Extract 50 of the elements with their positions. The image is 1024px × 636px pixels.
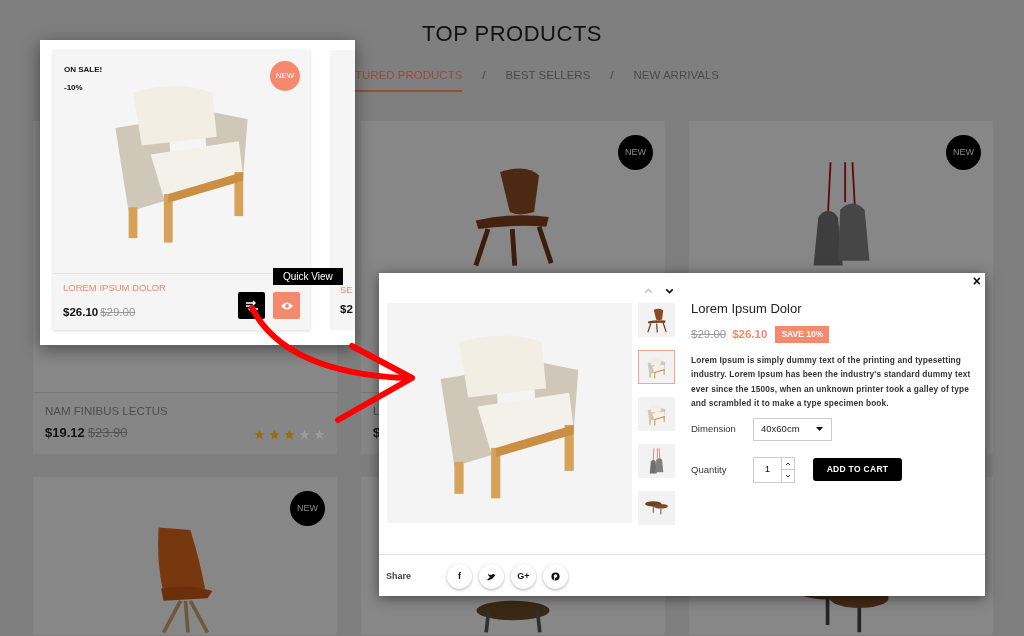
star-icon bbox=[284, 429, 295, 441]
quantity-field[interactable]: 1 bbox=[753, 456, 782, 483]
product-title: Lorem Ipsum Dolor bbox=[691, 301, 803, 317]
discount-badge: SAVE 10% bbox=[775, 325, 830, 343]
product-price: $26.10 bbox=[732, 326, 768, 342]
add-to-cart-button[interactable]: ADD TO CART bbox=[813, 458, 902, 482]
bird-icon bbox=[486, 572, 497, 581]
lounge-chair-drawing bbox=[646, 307, 667, 333]
caret-icon bbox=[816, 426, 823, 432]
thumbnail[interactable] bbox=[638, 303, 675, 337]
compare-icon bbox=[244, 299, 259, 312]
product-name[interactable]: SE bbox=[340, 282, 355, 297]
armchair-drawing bbox=[647, 355, 666, 379]
star-icon bbox=[254, 429, 265, 441]
share-button[interactable] bbox=[479, 564, 504, 589]
pin-icon bbox=[551, 572, 560, 581]
field-label: Dimension bbox=[691, 422, 737, 437]
star-icon bbox=[269, 429, 280, 441]
tooltip: Quick View bbox=[273, 268, 343, 285]
sale-label: ON SALE! bbox=[64, 64, 103, 76]
armchair-drawing bbox=[647, 402, 666, 426]
pendant-lamp-drawing bbox=[649, 448, 664, 474]
product-price: $19.12 bbox=[45, 425, 85, 441]
section-title: TOP PRODUCTS bbox=[421, 20, 603, 47]
thumbnail[interactable] bbox=[638, 444, 675, 478]
round-table-drawing bbox=[644, 501, 669, 515]
field-label: Quantity bbox=[691, 462, 728, 477]
thumbnail[interactable] bbox=[638, 491, 675, 525]
close-button[interactable]: × bbox=[972, 273, 981, 289]
tab-separator: / bbox=[482, 68, 486, 83]
new-badge: NEW bbox=[270, 61, 300, 91]
tab-separator: / bbox=[610, 68, 614, 83]
thumbnail[interactable] bbox=[638, 397, 675, 431]
up-icon[interactable] bbox=[785, 461, 791, 466]
share-button[interactable]: f bbox=[447, 564, 472, 589]
share-button[interactable]: G+ bbox=[511, 564, 536, 589]
eye-icon bbox=[279, 300, 294, 311]
old-price: $29.00 bbox=[691, 326, 727, 342]
product-price: $26.10 bbox=[63, 306, 99, 318]
share-label: Share bbox=[386, 569, 412, 583]
down-icon[interactable] bbox=[785, 474, 791, 479]
old-price: $29.00 bbox=[100, 306, 136, 318]
sale-label: -10% bbox=[64, 82, 84, 94]
product-name[interactable]: NAM FINIBUS LECTUS bbox=[45, 403, 168, 421]
product-name[interactable]: LOREM IPSUM DOLOR bbox=[63, 280, 166, 295]
thumbnail[interactable] bbox=[638, 350, 675, 384]
product-description: Lorem Ipsum is simply dummy text of the printing and typesetting industry. Lorem Ipsum has been the industry's standard dummy text ever since the 1500s, when an unknown printer took a galley of type and scrambled it to make a type specimen book. bbox=[691, 353, 972, 411]
product-price: $2 bbox=[340, 301, 354, 317]
share-button[interactable] bbox=[543, 564, 568, 589]
dimension-select[interactable]: 40x60cm bbox=[753, 417, 832, 441]
